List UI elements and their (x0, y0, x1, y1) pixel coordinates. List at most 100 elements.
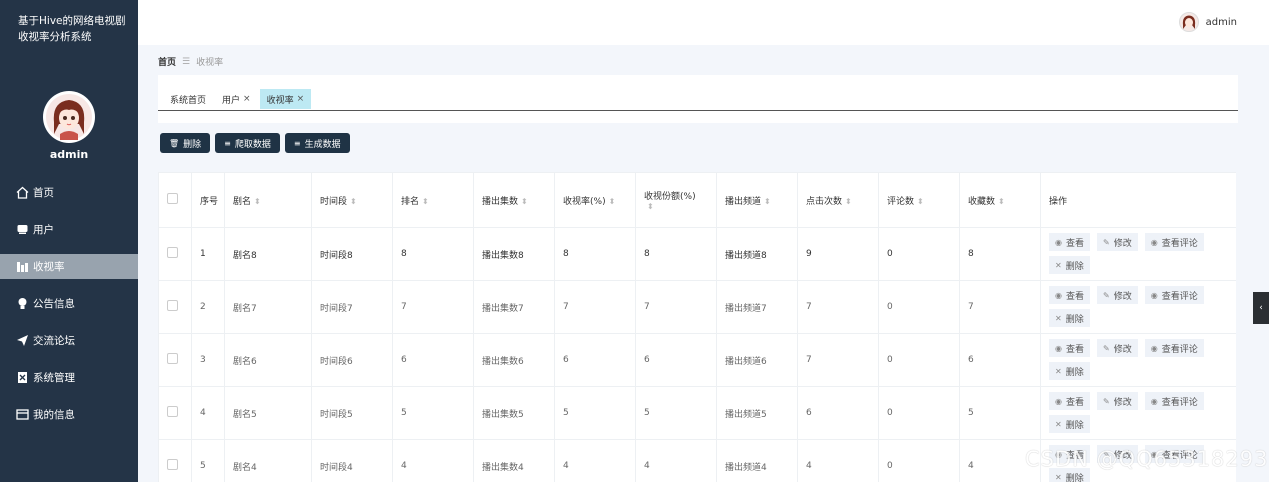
table-cell: 时间段7 (311, 280, 393, 334)
close-icon[interactable]: × (297, 94, 305, 104)
table-cell: 7 (392, 280, 474, 334)
table-cell: 播出集数7 (473, 280, 555, 334)
operations-cell: ◉ 查看 ✎ 修改 ◉ 查看评论 ✕ 删除 (1040, 333, 1236, 387)
table-cell: 5 (191, 439, 225, 482)
breadcrumb-home[interactable]: 首页 (158, 55, 176, 68)
close-icon: ✕ (1055, 366, 1062, 376)
sidebar-item-ratings[interactable]: 收视率 (0, 254, 138, 279)
send-icon (15, 334, 29, 348)
sort-icon[interactable]: ⬍ (764, 197, 771, 206)
row-delete-button[interactable]: ✕ 删除 (1049, 415, 1090, 433)
sort-icon[interactable]: ⬍ (647, 202, 654, 211)
eye-icon: ◉ (1055, 290, 1062, 300)
column-header[interactable]: 评论数 ⬍ (878, 172, 960, 228)
select-all-checkbox[interactable] (167, 193, 178, 204)
sort-icon[interactable]: ⬍ (917, 197, 924, 206)
tab-users[interactable]: 用户 × (215, 89, 258, 109)
row-delete-button[interactable]: ✕ 删除 (1049, 256, 1090, 274)
sidebar-item-announcements[interactable]: 公告信息 (0, 291, 138, 316)
row-delete-button[interactable]: ✕ 删除 (1049, 362, 1090, 380)
sidebar-item-users[interactable]: 用户 (0, 217, 138, 242)
crawl-data-button[interactable]: ≡ 爬取数据 (215, 133, 280, 153)
sidebar-item-label: 公告信息 (33, 298, 75, 310)
column-header[interactable]: 播出频道 ⬍ (716, 172, 798, 228)
button-label: 修改 (1113, 397, 1132, 408)
button-label: 修改 (1113, 238, 1132, 249)
top-bar: admin (138, 0, 1269, 45)
view-button[interactable]: ◉ 查看 (1049, 392, 1090, 410)
row-delete-button[interactable]: ✕ 删除 (1049, 309, 1090, 327)
view-comments-button[interactable]: ◉ 查看评论 (1144, 339, 1204, 357)
button-label: 删除 (1065, 314, 1084, 325)
column-header[interactable]: 收视份额(%) ⬍ (635, 172, 717, 228)
row-checkbox[interactable] (167, 247, 178, 258)
table-cell: 4 (797, 439, 879, 482)
sort-icon[interactable]: ⬍ (609, 197, 616, 206)
data-table: 序号 剧名 ⬍ 时间段 ⬍ 排名 ⬍ 播出集数 ⬍ 收视率(%) ⬍ 收视份额(%) ⬍ 播… (158, 172, 1236, 482)
eye-icon: ◉ (1150, 237, 1158, 247)
sort-icon[interactable]: ⬍ (521, 197, 528, 206)
column-header[interactable]: 时间段 ⬍ (311, 172, 393, 228)
sort-icon[interactable]: ⬍ (350, 197, 357, 206)
column-header[interactable]: 播出集数 ⬍ (473, 172, 555, 228)
view-button[interactable]: ◉ 查看 (1049, 286, 1090, 304)
column-header[interactable]: 点击次数 ⬍ (797, 172, 879, 228)
row-checkbox[interactable] (167, 300, 178, 311)
button-label: 修改 (1113, 344, 1132, 355)
button-label: 删除 (183, 139, 202, 150)
edit-icon: ✎ (1103, 237, 1110, 247)
row-checkbox[interactable] (167, 353, 178, 364)
row-checkbox[interactable] (167, 459, 178, 470)
table-cell: 7 (959, 280, 1041, 334)
row-select-cell (158, 227, 192, 281)
tab-home[interactable]: 系统首页 (163, 89, 213, 109)
sidebar-item-label: 我的信息 (33, 409, 75, 421)
edit-button[interactable]: ✎ 修改 (1097, 286, 1138, 304)
collapse-handle-icon[interactable]: ‹ (1253, 292, 1269, 324)
sidebar-item-system[interactable]: 系统管理 (0, 365, 138, 390)
sidebar-item-profile[interactable]: 我的信息 (0, 402, 138, 427)
breadcrumb-current: 收视率 (196, 58, 224, 68)
view-button[interactable]: ◉ 查看 (1049, 339, 1090, 357)
breadcrumb-separator-icon: ☰ (182, 56, 191, 67)
sort-icon[interactable]: ⬍ (254, 197, 261, 206)
header-label: 序号 (200, 196, 219, 207)
database-icon: ≡ (224, 138, 231, 148)
column-header[interactable]: 剧名 ⬍ (224, 172, 312, 228)
column-header[interactable]: 排名 ⬍ (392, 172, 474, 228)
row-select-cell (158, 439, 192, 482)
close-icon: ✕ (1055, 313, 1062, 323)
close-icon[interactable]: × (243, 94, 251, 104)
sidebar-item-forum[interactable]: 交流论坛 (0, 328, 138, 353)
view-comments-button[interactable]: ◉ 查看评论 (1144, 286, 1204, 304)
view-button[interactable]: ◉ 查看 (1049, 233, 1090, 251)
edit-button[interactable]: ✎ 修改 (1097, 233, 1138, 251)
table-cell: 4 (191, 386, 225, 440)
sidebar: 基于Hive的网络电视剧收视率分析系统 admin 首页 用户 收视率 公告信息… (0, 0, 138, 482)
view-comments-button[interactable]: ◉ 查看评论 (1144, 392, 1204, 410)
sort-icon[interactable]: ⬍ (845, 197, 852, 206)
user-menu[interactable]: admin (1178, 12, 1237, 32)
eye-icon: ◉ (1150, 290, 1158, 300)
delete-button[interactable]: 🗑 删除 (160, 133, 211, 153)
sort-icon[interactable]: ⬍ (422, 197, 429, 206)
table-cell: 播出频道6 (716, 333, 798, 387)
view-comments-button[interactable]: ◉ 查看评论 (1144, 233, 1204, 251)
tab-ratings[interactable]: 收视率 × (259, 89, 312, 109)
generate-data-button[interactable]: ≡ 生成数据 (284, 133, 350, 153)
button-label: 查看 (1065, 397, 1084, 408)
edit-button[interactable]: ✎ 修改 (1097, 339, 1138, 357)
table-cell: 6 (959, 333, 1041, 387)
sort-icon[interactable]: ⬍ (998, 197, 1005, 206)
row-checkbox[interactable] (167, 406, 178, 417)
header-username: admin (1205, 16, 1237, 28)
edit-button[interactable]: ✎ 修改 (1097, 392, 1138, 410)
column-header[interactable]: 收藏数 ⬍ (959, 172, 1041, 228)
sidebar-item-home[interactable]: 首页 (0, 180, 138, 205)
avatar (43, 91, 95, 143)
table-cell: 播出频道8 (716, 227, 798, 281)
column-header[interactable]: 收视率(%) ⬍ (554, 172, 636, 228)
doc-icon (15, 371, 29, 385)
table-cell: 8 (635, 227, 717, 281)
row-select-cell (158, 386, 192, 440)
